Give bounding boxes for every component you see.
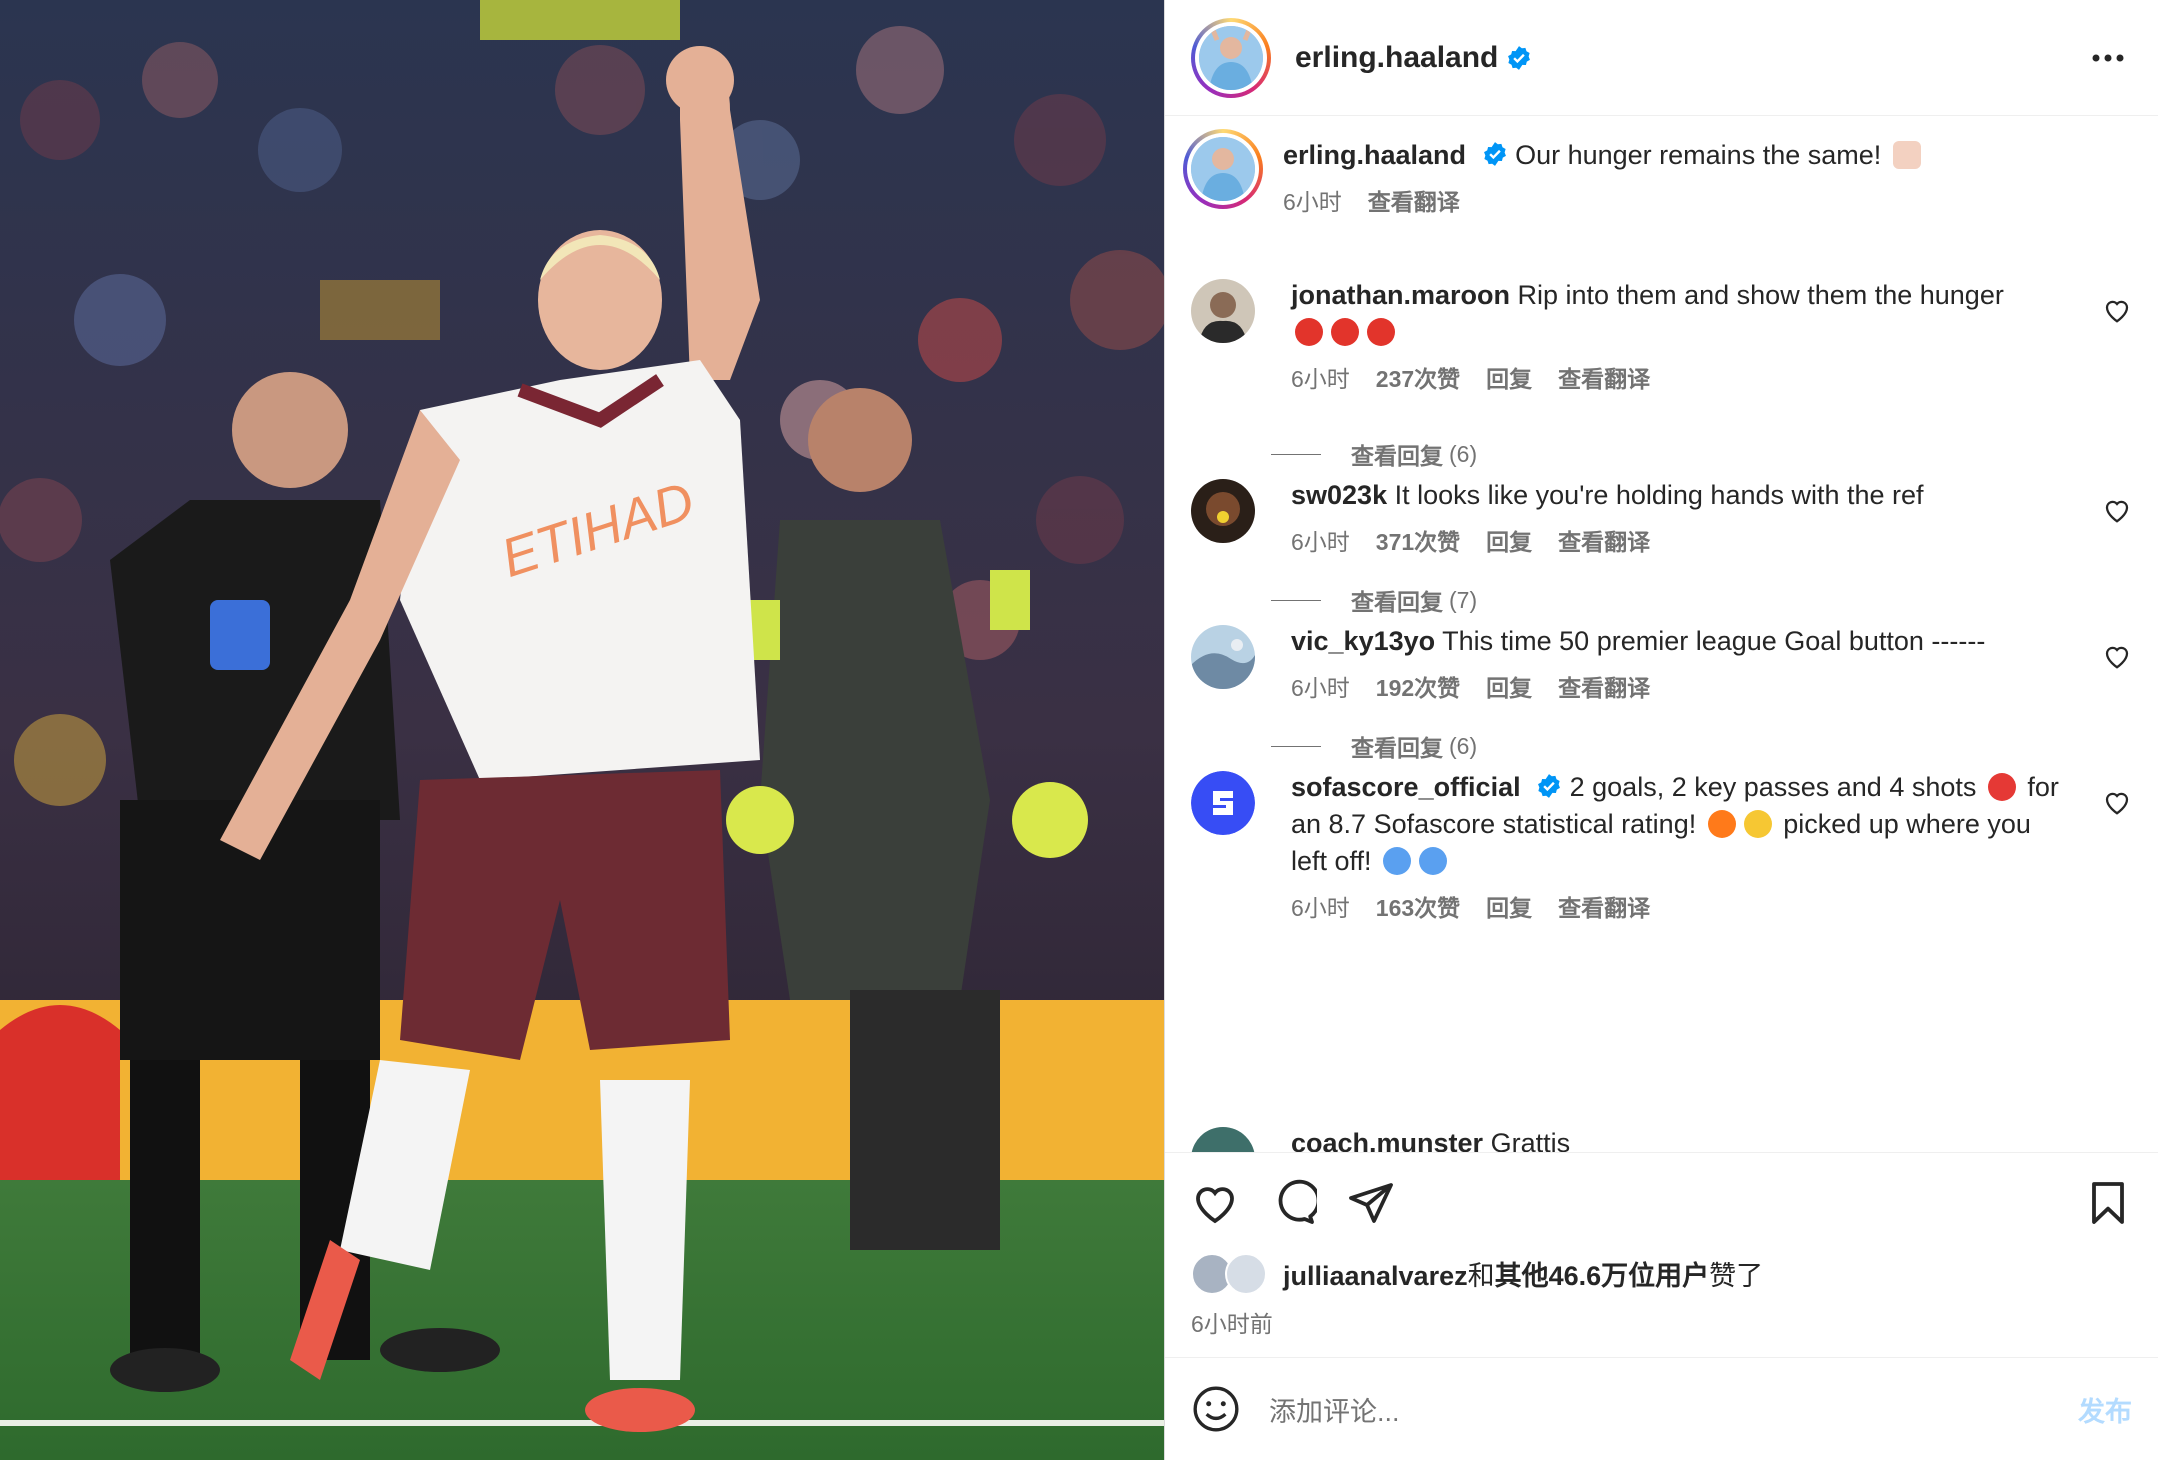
verified-icon bbox=[1508, 45, 1531, 70]
comment-text: This time 50 premier league Goal button … bbox=[1442, 626, 1986, 656]
comment-username[interactable]: jonathan.maroon bbox=[1291, 280, 1510, 310]
post-photo[interactable]: ETIHAD bbox=[0, 0, 1164, 1460]
view-replies-label: 查看回复 bbox=[1351, 443, 1443, 469]
comment-username[interactable]: sofascore_official bbox=[1291, 772, 1521, 802]
heart-icon[interactable] bbox=[1191, 1179, 1239, 1227]
caption: erling.haaland Our hunger remains the sa… bbox=[1183, 129, 2132, 221]
reply-count: (7) bbox=[1449, 586, 1478, 613]
reply-button[interactable]: 回复 bbox=[1486, 670, 1532, 707]
caption-text: Our hunger remains the same! bbox=[1515, 140, 1889, 170]
comment-input[interactable]: 添加评论... bbox=[1269, 1390, 1400, 1429]
verified-icon bbox=[1538, 774, 1561, 798]
likes-text: 赞了 bbox=[1709, 1260, 1764, 1291]
reply-count: (6) bbox=[1449, 440, 1478, 467]
reply-count: (6) bbox=[1449, 732, 1478, 759]
translate-button[interactable]: 查看翻译 bbox=[1558, 670, 1650, 707]
post-panel: erling.haaland erling.haaland Our hunger… bbox=[1164, 0, 2158, 1460]
comment-likes[interactable]: 163次赞 bbox=[1376, 890, 1460, 927]
likes-text: 和 bbox=[1467, 1260, 1495, 1291]
comment-avatar[interactable] bbox=[1191, 279, 1255, 343]
caption-translate[interactable]: 查看翻译 bbox=[1368, 184, 1460, 221]
clap-emoji-icon bbox=[1743, 810, 1772, 838]
comment-username[interactable]: coach.munster bbox=[1291, 1128, 1483, 1152]
comment-time: 6小时 bbox=[1291, 895, 1350, 921]
verified-icon bbox=[1483, 142, 1506, 166]
comment-time: 6小时 bbox=[1291, 366, 1350, 392]
translate-button[interactable]: 查看翻译 bbox=[1558, 361, 1650, 398]
share-icon[interactable] bbox=[1347, 1179, 1395, 1227]
caption-time: 6小时 bbox=[1283, 189, 1342, 215]
comment-text: 2 goals, 2 key passes and 4 shots bbox=[1569, 772, 1984, 802]
comment-avatar[interactable] bbox=[1191, 625, 1255, 689]
angry-emoji-icon bbox=[1331, 318, 1359, 346]
fist-emoji-icon bbox=[1892, 141, 1921, 169]
comment-avatar[interactable] bbox=[1191, 771, 1255, 835]
view-replies-label: 查看回复 bbox=[1351, 735, 1443, 761]
more-icon bbox=[2092, 54, 2124, 61]
comment-avatar[interactable] bbox=[1191, 1127, 1255, 1152]
post-time: 6小时前 bbox=[1191, 1311, 1273, 1337]
more-options-button[interactable] bbox=[2084, 34, 2132, 82]
comment-username[interactable]: sw023k bbox=[1291, 480, 1387, 510]
liker-username[interactable]: julliaanalvarez bbox=[1283, 1261, 1468, 1291]
comment-text: It looks like you're holding hands with … bbox=[1394, 480, 1924, 510]
heart-icon[interactable] bbox=[2102, 495, 2132, 525]
comment-username[interactable]: vic_ky13yo bbox=[1291, 626, 1435, 656]
avatar bbox=[1199, 25, 1263, 90]
view-replies-label: 查看回复 bbox=[1351, 589, 1443, 615]
comment-time: 6小时 bbox=[1291, 529, 1350, 555]
translate-button[interactable]: 查看翻译 bbox=[1558, 890, 1650, 927]
comment-likes[interactable]: 192次赞 bbox=[1376, 670, 1460, 707]
likes-others[interactable]: 其他46.6万位用户 bbox=[1495, 1261, 1710, 1291]
comment-item: sofascore_official 2 goals, 2 key passes… bbox=[1191, 769, 2132, 927]
comments-list[interactable]: erling.haaland Our hunger remains the sa… bbox=[1165, 117, 2158, 1152]
post-modal: ETIHAD erling.haaland erling.haaland Our… bbox=[0, 0, 2158, 1460]
emoji-icon[interactable] bbox=[1191, 1384, 1241, 1434]
angry-emoji-icon bbox=[1295, 318, 1323, 346]
soccer-ball-emoji-icon bbox=[1383, 847, 1412, 875]
reply-button[interactable]: 回复 bbox=[1486, 361, 1532, 398]
comment-likes[interactable]: 237次赞 bbox=[1376, 361, 1460, 398]
comment-item: coach.munster Grattis bbox=[1191, 1125, 2132, 1152]
likes-summary[interactable]: julliaanalvarez和其他46.6万位用户赞了 bbox=[1165, 1253, 2158, 1295]
comment-avatar[interactable] bbox=[1191, 479, 1255, 543]
comment-likes[interactable]: 371次赞 bbox=[1376, 524, 1460, 561]
comment-icon[interactable] bbox=[1269, 1179, 1317, 1227]
story-ring[interactable] bbox=[1191, 17, 1271, 98]
comment-item: sw023k It looks like you're holding hand… bbox=[1191, 477, 2132, 561]
post-comment-button[interactable]: 发布 bbox=[2078, 1390, 2132, 1429]
fire-emoji-icon bbox=[1707, 810, 1736, 838]
view-replies-button[interactable]: 查看回复 (6) bbox=[1271, 437, 1477, 471]
bookmark-icon[interactable] bbox=[2084, 1179, 2132, 1227]
heart-icon[interactable] bbox=[2102, 295, 2132, 325]
soccer-ball-emoji-icon bbox=[1419, 847, 1448, 875]
view-replies-button[interactable]: 查看回复 (6) bbox=[1271, 729, 1477, 763]
post-header: erling.haaland bbox=[1165, 0, 2158, 116]
comment-text: Rip into them and show them the hunger bbox=[1517, 280, 2004, 310]
comment-time: 6小时 bbox=[1291, 675, 1350, 701]
comment-item: vic_ky13yo This time 50 premier league G… bbox=[1191, 623, 2132, 707]
angry-emoji-icon bbox=[1367, 318, 1395, 346]
add-comment-bar: 添加评论... 发布 bbox=[1165, 1357, 2158, 1460]
translate-button[interactable]: 查看翻译 bbox=[1558, 524, 1650, 561]
caption-username[interactable]: erling.haaland bbox=[1283, 140, 1466, 170]
comment-item: jonathan.maroon Rip into them and show t… bbox=[1191, 277, 2132, 398]
heart-icon[interactable] bbox=[2102, 787, 2132, 817]
comment-text: Grattis bbox=[1490, 1128, 1571, 1152]
reply-button[interactable]: 回复 bbox=[1486, 890, 1532, 927]
reply-button[interactable]: 回复 bbox=[1486, 524, 1532, 561]
liker-avatar bbox=[1225, 1253, 1267, 1295]
view-replies-button[interactable]: 查看回复 (7) bbox=[1271, 583, 1477, 617]
target-emoji-icon bbox=[1987, 773, 2016, 801]
header-username[interactable]: erling.haaland bbox=[1295, 41, 1498, 75]
heart-icon[interactable] bbox=[2102, 641, 2132, 671]
photo-illustration: ETIHAD bbox=[0, 0, 1164, 1460]
caption-avatar[interactable] bbox=[1183, 129, 1263, 209]
action-bar: julliaanalvarez和其他46.6万位用户赞了 6小时前 bbox=[1165, 1152, 2158, 1339]
